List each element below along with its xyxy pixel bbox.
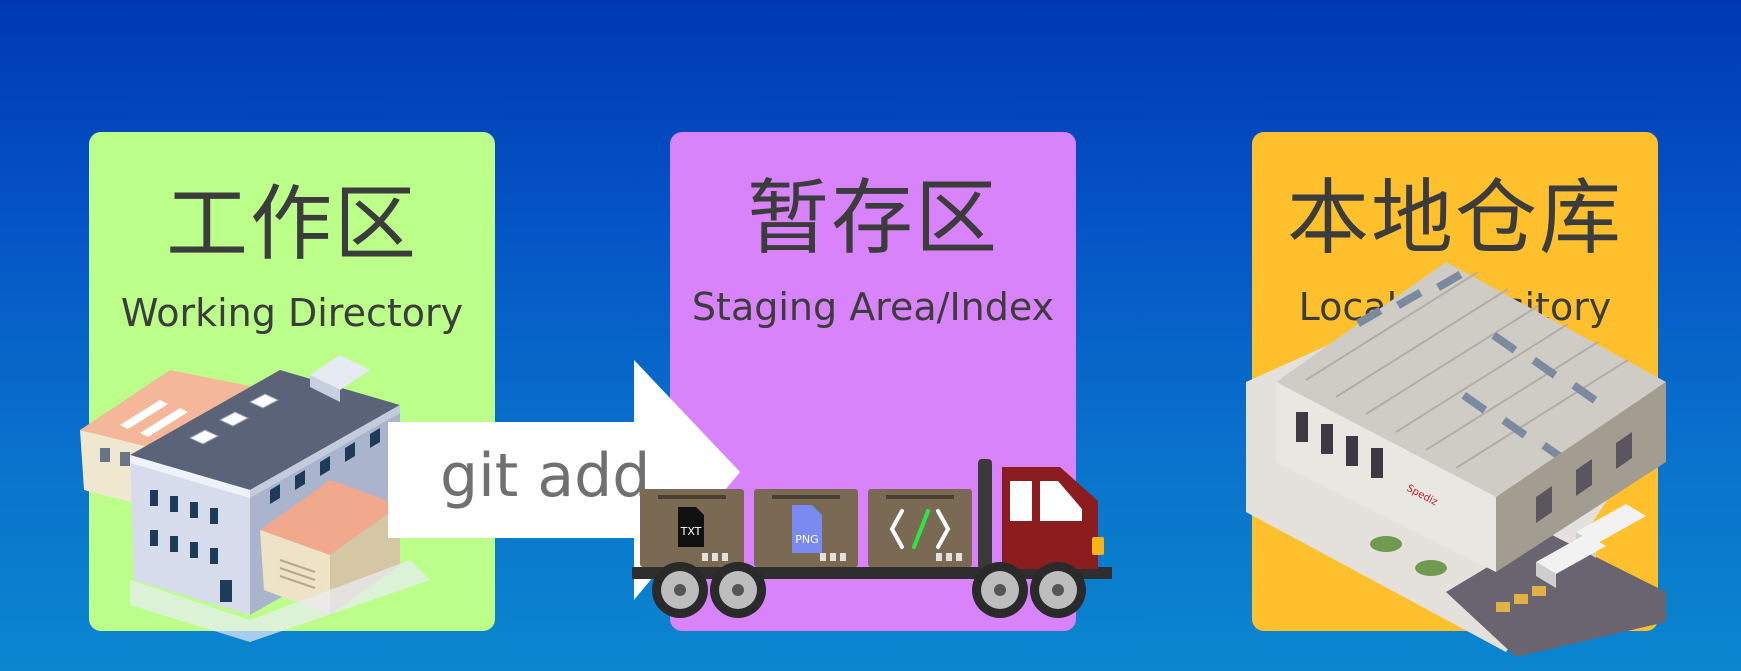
truck-box-txt: TXT (640, 489, 744, 567)
working-title-en: Working Directory (120, 291, 464, 335)
txt-file-icon: TXT (680, 525, 702, 538)
git-add-label: git add (440, 441, 651, 511)
truck-box-png: PNG (754, 489, 858, 567)
working-title-cn: 工作区 (165, 177, 418, 272)
png-file-icon: PNG (795, 533, 818, 546)
staging-title-cn: 暂存区 (746, 171, 999, 266)
staging-title-en: Staging Area/Index (691, 285, 1055, 329)
truck-icon: TXT PNG (632, 459, 1112, 618)
local-title-cn: 本地仓库 (1286, 171, 1623, 266)
warehouse-building-icon: Spediz (1246, 262, 1666, 657)
truck-box-code (868, 489, 972, 567)
